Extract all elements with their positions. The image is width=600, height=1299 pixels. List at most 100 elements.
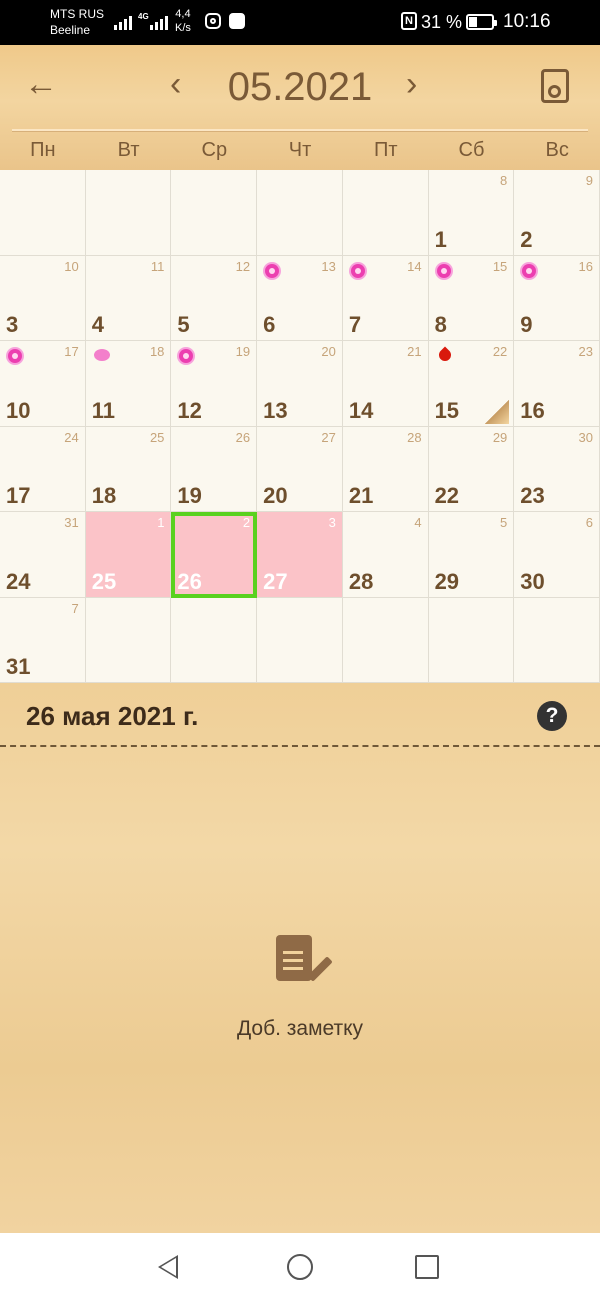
day-number: 20 [263, 483, 288, 508]
day-number: 24 [6, 568, 31, 594]
day-cell[interactable]: 28 21 [342, 426, 429, 512]
day-cell[interactable]: 29 22 [428, 426, 515, 512]
weekday-row: Пн Вт Ср Чт Пт Сб Вс [0, 133, 600, 167]
day-cell[interactable]: 7 31 [0, 597, 86, 683]
cycle-day-number: 14 [407, 258, 422, 274]
cycle-day-number: 21 [407, 344, 422, 359]
day-cell[interactable]: 18 11 [85, 341, 172, 427]
help-icon[interactable]: ? [537, 701, 567, 731]
day-cell[interactable]: 21 14 [342, 341, 429, 427]
signal-icon [114, 12, 132, 30]
day-cell[interactable]: 15 8 [428, 255, 515, 341]
empty-day-cell [171, 170, 258, 256]
cycle-day-number: 4 [414, 515, 422, 530]
empty-day-cell [0, 170, 86, 256]
cycle-day-number: 8 [500, 173, 508, 188]
day-cell[interactable]: 4 28 [342, 512, 429, 598]
day-cell[interactable]: 3 27 [257, 512, 343, 598]
day-cell[interactable]: 10 3 [0, 255, 86, 341]
day-cell[interactable]: 22 15 [428, 341, 515, 427]
day-number: 17 [6, 483, 31, 508]
nav-home-icon[interactable] [287, 1254, 313, 1280]
day-number: 23 [520, 483, 545, 508]
day-cell[interactable]: 13 6 [257, 255, 343, 341]
day-number: 12 [177, 397, 202, 423]
day-cell[interactable]: 12 5 [171, 255, 258, 341]
day-number: 1 [434, 226, 447, 252]
cycle-day-number: 22 [492, 344, 508, 359]
day-cell[interactable]: 5 29 [428, 512, 515, 598]
empty-day-cell [257, 597, 343, 683]
day-cell[interactable]: 6 30 [514, 512, 600, 598]
back-arrow-icon[interactable]: ← [24, 67, 58, 101]
day-cell[interactable]: 81 [428, 170, 515, 256]
cycle-day-number: 6 [585, 515, 593, 530]
carrier-primary: MTS RUS [50, 7, 104, 21]
weekday-mon: Пн [30, 139, 56, 161]
cycle-day-number: 27 [321, 429, 336, 445]
day-cell[interactable]: 2 26 [171, 512, 258, 598]
flower-icon [8, 349, 22, 363]
day-number: 18 [91, 483, 117, 508]
cycle-day-number: 26 [235, 429, 251, 445]
day-cell[interactable]: 27 20 [257, 426, 343, 512]
nav-recents-icon[interactable] [415, 1255, 439, 1279]
calendar-header: ← ‹ 05.2021 › Пн Вт Ср Чт Пт Сб Вс [0, 45, 600, 170]
speed-value: 4,4 [175, 8, 191, 20]
month-title[interactable]: 05.2021 [225, 65, 375, 110]
cycle-day-number: 9 [585, 173, 593, 188]
weekday-wed: Ср [201, 139, 228, 161]
nav-back-icon[interactable] [158, 1255, 178, 1279]
day-cell[interactable]: 23 16 [514, 341, 600, 427]
day-number: 10 [6, 397, 31, 423]
day-cell[interactable]: 26 19 [171, 426, 258, 512]
cycle-day-number: 18 [149, 344, 165, 359]
day-cell[interactable]: 17 10 [0, 341, 86, 427]
weekday-sun: Вс [545, 139, 569, 161]
day-number: 3 [6, 312, 19, 337]
cycle-day-number: 7 [71, 600, 79, 616]
cycle-day-number: 13 [321, 258, 336, 274]
day-cell[interactable]: 125 [85, 512, 172, 598]
cycle-day-number: 10 [64, 258, 79, 274]
day-cell[interactable]: 30 23 [514, 426, 600, 512]
signal-icon-2 [150, 12, 168, 30]
day-number: 21 [348, 483, 374, 508]
weekday-sat: Сб [458, 139, 485, 161]
day-cell[interactable]: 31 24 [0, 512, 86, 598]
flower-icon [179, 349, 194, 363]
network-speed: 4,4 K/s [175, 7, 191, 35]
selected-date-label: 26 мая 2021 г. [26, 701, 199, 731]
next-month-icon[interactable]: › [406, 67, 417, 101]
add-note-icon[interactable] [276, 935, 312, 981]
system-nav-bar [0, 1233, 600, 1299]
day-number: 13 [263, 397, 288, 423]
day-number: 5 [177, 312, 190, 337]
nfc-icon: N [401, 12, 417, 30]
day-cell[interactable]: 11 4 [85, 255, 172, 341]
empty-day-cell [514, 597, 600, 683]
cycle-day-number: 28 [407, 429, 422, 445]
day-cell[interactable]: 14 7 [342, 255, 429, 341]
day-cell[interactable]: 20 13 [257, 341, 343, 427]
empty-day-cell [257, 170, 343, 256]
note-corner-icon [485, 399, 510, 424]
day-number: 11 [91, 397, 115, 423]
weekday-fri: Пт [373, 139, 398, 161]
cycle-day-number: 12 [235, 258, 251, 274]
empty-day-cell [342, 170, 429, 256]
day-number: 9 [520, 312, 533, 337]
day-number: 28 [348, 568, 374, 594]
prev-month-icon[interactable]: ‹ [170, 67, 181, 101]
day-cell[interactable]: 25 18 [85, 426, 172, 512]
network-type: 4G [138, 12, 149, 21]
day-cell[interactable]: 19 12 [171, 341, 258, 427]
day-cell[interactable]: 16 9 [514, 255, 600, 341]
day-cell[interactable]: 92 [514, 170, 600, 256]
report-icon[interactable] [541, 69, 569, 103]
flower-icon [436, 263, 451, 278]
day-cell[interactable]: 24 17 [0, 426, 86, 512]
cycle-day-number: 20 [321, 344, 336, 359]
carrier-secondary: Beeline [50, 23, 91, 37]
add-note-label[interactable]: Доб. заметку [0, 1017, 600, 1041]
